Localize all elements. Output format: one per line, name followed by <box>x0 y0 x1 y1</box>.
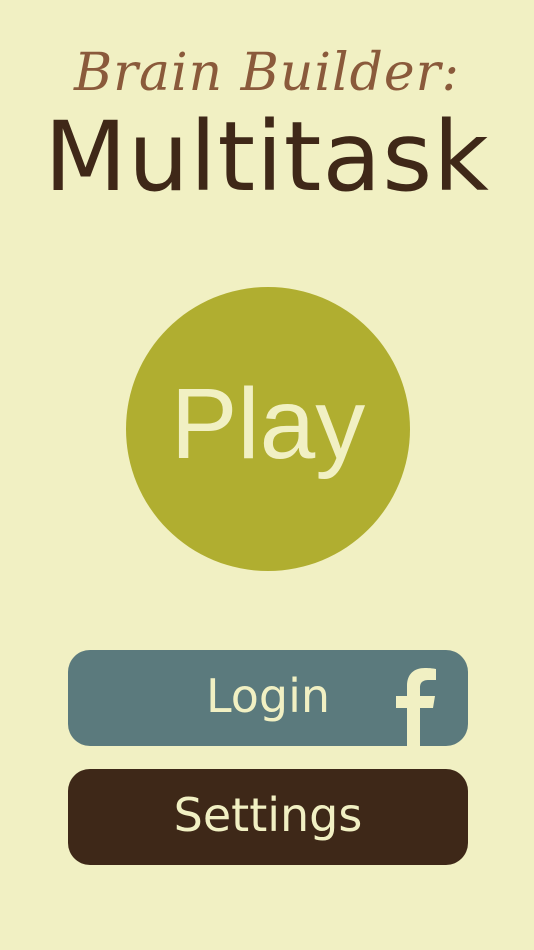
app-subtitle: Brain Builder: <box>73 43 461 103</box>
settings-button[interactable]: Settings <box>68 769 468 865</box>
app-title: Multitask <box>44 101 490 213</box>
facebook-f-icon <box>396 668 436 746</box>
play-button-label: Play <box>170 368 366 480</box>
main-menu-screen: Brain Builder: Multitask Play Login Sett… <box>0 0 534 950</box>
settings-button-label: Settings <box>173 788 363 842</box>
play-button[interactable]: Play <box>126 287 410 571</box>
login-button[interactable]: Login <box>68 650 468 746</box>
